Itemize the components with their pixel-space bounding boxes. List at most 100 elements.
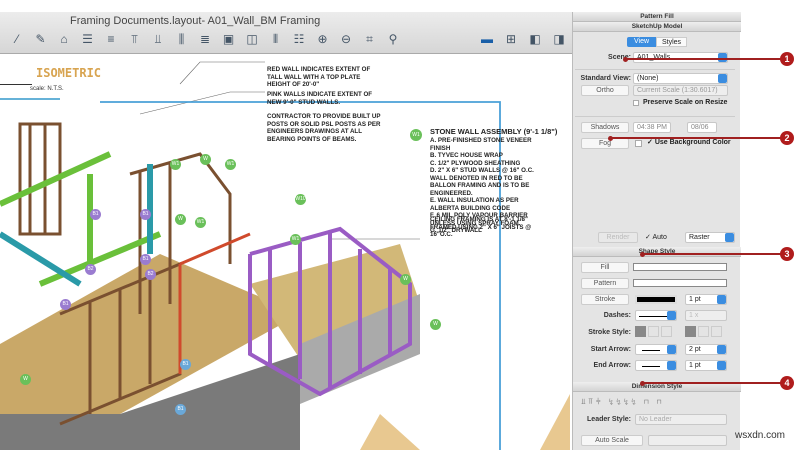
callout-1: 1 — [780, 52, 794, 66]
tag-w: W — [430, 319, 441, 330]
pattern-fill-header[interactable]: Pattern Fill — [573, 12, 741, 22]
ortho-button[interactable]: Ortho — [581, 85, 629, 96]
end-arrow-size-select[interactable]: 1 pt — [685, 360, 727, 371]
zoom-in-icon[interactable]: ⊕ — [316, 32, 330, 46]
stroke-button[interactable]: Stroke — [581, 294, 629, 305]
standard-view-select[interactable]: (None) — [633, 73, 728, 84]
tag-b1: B1 — [60, 299, 71, 310]
pattern-button[interactable]: Pattern — [581, 278, 629, 289]
shadow-date-field[interactable]: 08/06 — [687, 122, 717, 133]
align-center-icon[interactable]: ≡ — [104, 32, 118, 46]
start-arrow-label: Start Arrow: — [590, 346, 631, 353]
magnifier-icon[interactable]: ⚲ — [386, 32, 400, 46]
callout-2: 2 — [780, 131, 794, 145]
stroke-width-value: 1 pt — [689, 296, 701, 303]
fog-button[interactable]: Fog — [581, 138, 629, 149]
paint-icon[interactable]: ⌂ — [57, 32, 71, 46]
start-arrow-size-select[interactable]: 2 pt — [685, 344, 727, 355]
sketchup-model-header[interactable]: SketchUp Model — [573, 22, 741, 32]
stroke-cap-round[interactable] — [698, 326, 709, 337]
distribute-v-icon[interactable]: ≣ — [198, 32, 212, 46]
tag-b1: B1 — [175, 404, 186, 415]
fill-button[interactable]: Fill — [581, 262, 629, 273]
presentation-icon[interactable]: ▬ — [480, 32, 494, 46]
dashes-select[interactable] — [635, 310, 677, 321]
ceiling-note: CEILING FRAMING IS AT 8'-1 1/8" FRAMED U… — [430, 216, 532, 238]
prev-page-icon[interactable]: ◧ — [528, 32, 542, 46]
end-arrow-select[interactable] — [635, 360, 677, 371]
stroke-cap-butt[interactable] — [685, 326, 696, 337]
fill-swatch[interactable] — [633, 263, 727, 271]
align-top-icon[interactable]: ⫪ — [128, 32, 142, 46]
note-contractor: CONTRACTOR TO PROVIDE BUILT UP POSTS OR … — [267, 113, 381, 143]
render-button[interactable]: Render — [598, 232, 638, 243]
callout-line — [610, 137, 785, 139]
tag-w1: W1 — [170, 159, 181, 170]
pattern-swatch[interactable] — [633, 279, 727, 287]
tag-w10: W10 — [295, 194, 306, 205]
align-left-icon[interactable]: ☰ — [81, 32, 95, 46]
callout-dot — [640, 380, 645, 386]
use-background-color-label[interactable]: ✓ Use Background Color — [647, 138, 731, 146]
stroke-cap-square[interactable] — [711, 326, 722, 337]
tab-styles[interactable]: Styles — [656, 37, 687, 47]
callout-dot — [640, 251, 645, 257]
use-bg-text: Use Background Color — [654, 139, 731, 146]
window-title: Framing Documents.layout- A01_Wall_BM Fr… — [70, 15, 321, 27]
pen-icon[interactable]: ✎ — [34, 32, 48, 46]
space-v-icon[interactable]: ☷ — [292, 32, 306, 46]
shadow-time-field[interactable]: 04:38 PM — [633, 122, 671, 133]
tag-b1: B1 — [140, 254, 151, 265]
tag-b1: B1 — [90, 209, 101, 220]
callout-line — [642, 382, 785, 384]
end-arrow-label: End Arrow: — [593, 362, 631, 369]
dash-scale-select[interactable]: 1 x — [685, 310, 727, 321]
shape-style-header[interactable]: Shape Style — [573, 247, 741, 257]
stroke-swatch[interactable] — [635, 295, 677, 304]
auto-scale-select[interactable] — [648, 435, 727, 446]
stroke-width-select[interactable]: 1 pt — [685, 294, 727, 305]
drawing-canvas[interactable]: ISOMETRIC scale: N.T.S. RED WALL INDICAT… — [0, 54, 572, 450]
standard-view-label: Standard View: — [580, 75, 631, 82]
add-page-icon[interactable]: ⊞ — [504, 32, 518, 46]
stroke-join-miter[interactable] — [635, 326, 646, 337]
callout-dot — [608, 135, 613, 141]
auto-scale-button[interactable]: Auto Scale — [581, 435, 643, 446]
space-h-icon[interactable]: ⫴ — [269, 32, 283, 46]
render-mode-select[interactable]: Raster — [685, 232, 735, 243]
fog-checkbox[interactable] — [635, 140, 642, 147]
tag-b2: B2 — [85, 264, 96, 275]
callout-4: 4 — [780, 376, 794, 390]
leader-style-select[interactable]: No Leader — [635, 414, 727, 425]
zoom-out-icon[interactable]: ⊖ — [339, 32, 353, 46]
auto-render-checkbox[interactable]: ✓ Auto — [645, 233, 667, 241]
watermark: wsxdn.com — [735, 430, 786, 441]
preserve-scale-checkbox[interactable] — [633, 100, 639, 106]
tag-w1: W1 — [195, 217, 206, 228]
eyedropper-icon[interactable]: ⁄ — [10, 32, 24, 46]
assembly-item: B. TYVEC HOUSE WRAP — [430, 152, 503, 159]
align-bottom-icon[interactable]: ⫫ — [151, 32, 165, 46]
assembly-item: C. 1/2" PLYWOOD SHEATHING — [430, 159, 521, 167]
scale-select[interactable]: Current Scale (1:30.6017) — [633, 85, 728, 96]
distribute-h-icon[interactable]: ⫼ — [175, 32, 189, 46]
stroke-join-round[interactable] — [648, 326, 659, 337]
tag-w: W — [400, 274, 411, 285]
tab-view[interactable]: View — [627, 37, 656, 47]
stroke-join-bevel[interactable] — [661, 326, 672, 337]
auto-label: Auto — [652, 234, 667, 241]
preserve-scale-label: Preserve Scale on Resize — [643, 99, 728, 106]
next-page-icon[interactable]: ◨ — [552, 32, 566, 46]
tag-b1: B1 — [140, 209, 151, 220]
ungroup-icon[interactable]: ◫ — [245, 32, 259, 46]
assembly-item: D. 2" X 6" STUD WALLS @ 16" O.C. WALL DE… — [430, 167, 534, 197]
render-mode-value: Raster — [689, 234, 710, 241]
zoom-fit-icon[interactable]: ⌗ — [363, 32, 377, 46]
window-toolbar: Framing Documents.layout- A01_Wall_BM Fr… — [0, 12, 572, 54]
group-icon[interactable]: ▣ — [222, 32, 236, 46]
note-pink-walls: PINK WALLS INDICATE EXTENT OF NEW 9'-0" … — [267, 91, 373, 106]
dimension-alignment-buttons[interactable]: ⫫⫪⫩ ↯↯↯↯ ⊓ ⊓ — [581, 397, 664, 407]
start-arrow-select[interactable] — [635, 344, 677, 355]
note-red-wall: RED WALL INDICATES EXTENT OF TALL WALL W… — [267, 66, 371, 88]
shadows-button[interactable]: Shadows — [581, 122, 629, 133]
